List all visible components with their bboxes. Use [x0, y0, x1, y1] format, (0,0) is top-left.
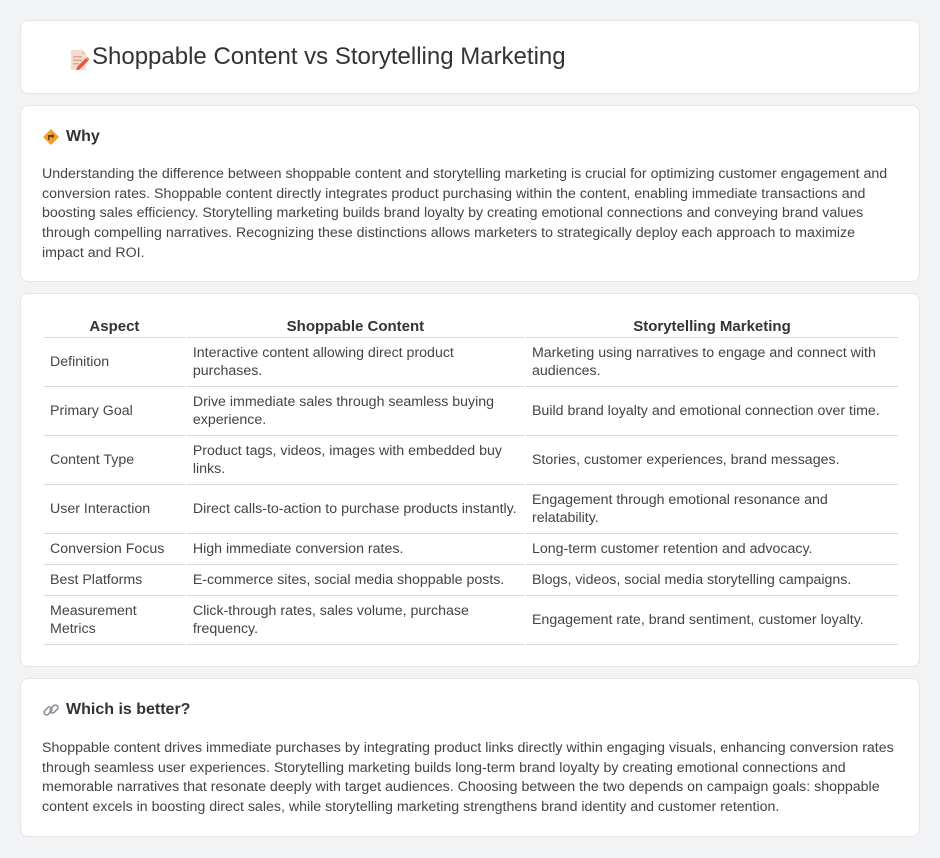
comparison-table-card: Aspect Shoppable Content Storytelling Ma…	[20, 293, 920, 667]
better-heading: Which is better?	[42, 701, 190, 719]
document-pencil-icon	[67, 48, 91, 72]
storytelling-cell: Marketing using narratives to engage and…	[525, 338, 898, 387]
storytelling-cell: Engagement rate, brand sentiment, custom…	[525, 596, 898, 645]
why-heading: Why	[42, 128, 100, 146]
better-text: Shoppable content drives immediate purch…	[42, 740, 894, 816]
why-title: Why	[66, 128, 100, 145]
diamond-signpost-icon	[42, 128, 60, 146]
table-row: Measurement Metrics Click-through rates,…	[44, 596, 898, 645]
storytelling-cell: Engagement through emotional resonance a…	[525, 485, 898, 534]
table-row: Conversion Focus High immediate conversi…	[44, 534, 898, 565]
table-row: User Interaction Direct calls-to-action …	[44, 485, 898, 534]
aspect-cell: Primary Goal	[44, 387, 185, 436]
better-title: Which is better?	[66, 701, 191, 718]
column-header-storytelling: Storytelling Marketing	[525, 316, 898, 338]
column-header-shoppable: Shoppable Content	[186, 316, 524, 338]
shoppable-cell: Direct calls-to-action to purchase produ…	[186, 485, 524, 534]
aspect-cell: Measurement Metrics	[44, 596, 185, 645]
shoppable-cell: Product tags, videos, images with embedd…	[186, 436, 524, 485]
shoppable-cell: Interactive content allowing direct prod…	[186, 338, 524, 387]
aspect-cell: User Interaction	[44, 485, 185, 534]
table-row: Primary Goal Drive immediate sales throu…	[44, 387, 898, 436]
column-header-aspect: Aspect	[44, 316, 185, 338]
table-header-row: Aspect Shoppable Content Storytelling Ma…	[44, 316, 898, 338]
header-card: Shoppable Content vs Storytelling Market…	[20, 20, 920, 94]
shoppable-cell: Drive immediate sales through seamless b…	[186, 387, 524, 436]
shoppable-cell: E-commerce sites, social media shoppable…	[186, 565, 524, 596]
storytelling-cell: Long-term customer retention and advocac…	[525, 534, 898, 565]
aspect-cell: Best Platforms	[44, 565, 185, 596]
comparison-table: Aspect Shoppable Content Storytelling Ma…	[42, 316, 900, 645]
aspect-cell: Content Type	[44, 436, 185, 485]
page-title: Shoppable Content vs Storytelling Market…	[92, 43, 566, 70]
shoppable-cell: High immediate conversion rates.	[186, 534, 524, 565]
why-text: Understanding the difference between sho…	[42, 166, 888, 261]
storytelling-cell: Build brand loyalty and emotional connec…	[525, 387, 898, 436]
which-is-better-section: Which is better? Shoppable content drive…	[20, 678, 920, 837]
storytelling-cell: Stories, customer experiences, brand mes…	[525, 436, 898, 485]
link-icon	[42, 701, 60, 719]
table-row: Best Platforms E-commerce sites, social …	[44, 565, 898, 596]
aspect-cell: Conversion Focus	[44, 534, 185, 565]
table-row: Definition Interactive content allowing …	[44, 338, 898, 387]
shoppable-cell: Click-through rates, sales volume, purch…	[186, 596, 524, 645]
table-row: Content Type Product tags, videos, image…	[44, 436, 898, 485]
why-section: Why Understanding the difference between…	[20, 105, 920, 282]
storytelling-cell: Blogs, videos, social media storytelling…	[525, 565, 898, 596]
aspect-cell: Definition	[44, 338, 185, 387]
